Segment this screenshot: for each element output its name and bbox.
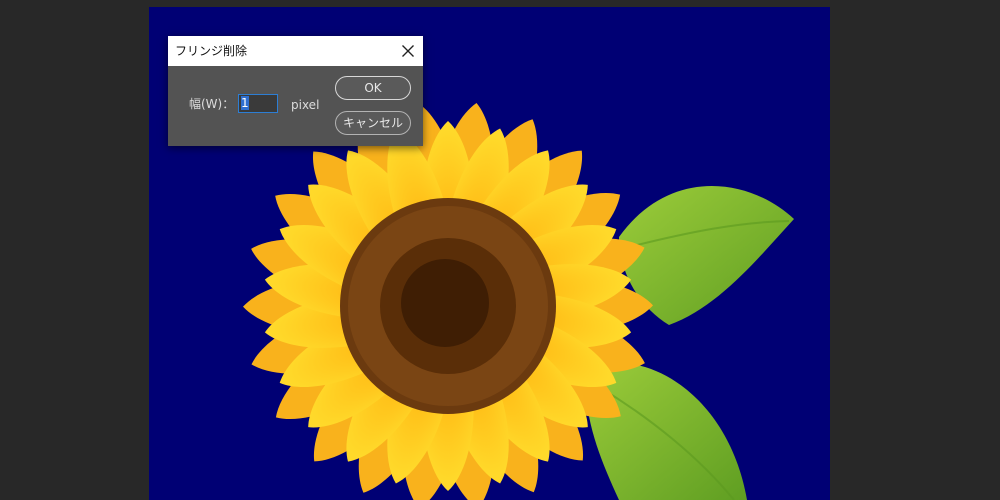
dialog-title: フリンジ削除 (175, 44, 248, 58)
sunflower-center (340, 198, 556, 414)
close-button[interactable] (393, 36, 423, 66)
unit-label: pixel (291, 98, 320, 112)
width-value: 1 (241, 96, 249, 110)
width-input[interactable]: 1 (238, 94, 278, 113)
dialog-titlebar[interactable]: フリンジ削除 (168, 36, 423, 66)
ok-button[interactable]: OK (335, 76, 411, 100)
cancel-button[interactable]: キャンセル (335, 111, 411, 135)
workspace: フリンジ削除 幅(W)： 1 pixel OK キャンセル (0, 0, 1000, 500)
close-icon (402, 45, 414, 57)
fringe-removal-dialog: フリンジ削除 幅(W)： 1 pixel OK キャンセル (168, 36, 423, 146)
width-label: 幅(W)： (189, 97, 235, 111)
